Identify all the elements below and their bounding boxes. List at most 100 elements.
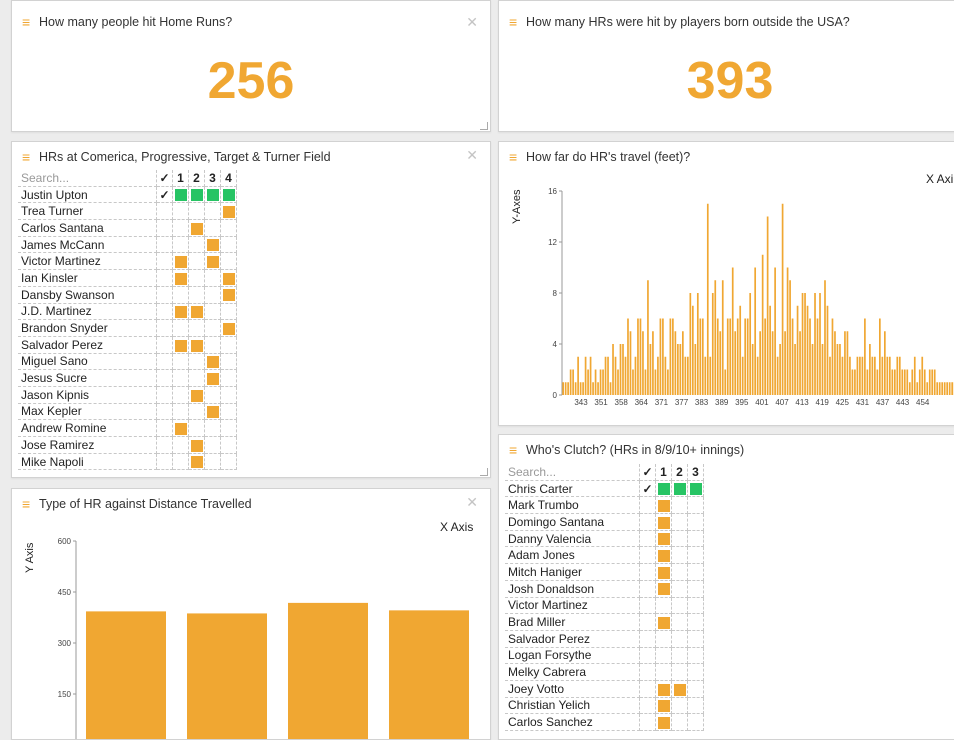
row-check[interactable]: ✓ bbox=[640, 480, 656, 497]
column-header[interactable]: 4 bbox=[221, 170, 237, 186]
row-check[interactable] bbox=[640, 497, 656, 514]
table-row[interactable]: Justin Upton✓ bbox=[18, 186, 237, 203]
column-header[interactable]: 1 bbox=[656, 464, 672, 480]
table-row[interactable]: James McCann bbox=[18, 236, 237, 253]
row-check[interactable] bbox=[157, 203, 173, 220]
menu-icon[interactable]: ≡ bbox=[509, 15, 520, 29]
column-header[interactable]: 2 bbox=[672, 464, 688, 480]
row-check[interactable] bbox=[640, 580, 656, 597]
grid-cell bbox=[656, 480, 672, 497]
resize-handle[interactable] bbox=[480, 122, 488, 130]
row-check[interactable] bbox=[640, 597, 656, 614]
row-check[interactable] bbox=[157, 370, 173, 387]
row-check[interactable] bbox=[157, 220, 173, 237]
row-check[interactable] bbox=[157, 336, 173, 353]
table-row[interactable]: Joey Votto bbox=[505, 680, 704, 697]
row-check[interactable] bbox=[640, 630, 656, 647]
column-header[interactable]: 2 bbox=[189, 170, 205, 186]
check-column-header[interactable]: ✓ bbox=[157, 170, 173, 186]
histogram-bar bbox=[612, 344, 614, 395]
histogram-bar bbox=[762, 255, 764, 395]
row-check[interactable] bbox=[640, 514, 656, 531]
panel-header: ≡ HRs at Comerica, Progressive, Target &… bbox=[12, 144, 490, 170]
grid-cell bbox=[221, 286, 237, 303]
panel-foreign-born-hrs: ≡ How many HRs were hit by players born … bbox=[498, 0, 954, 132]
menu-icon[interactable]: ≡ bbox=[22, 150, 33, 164]
table-row[interactable]: Max Kepler bbox=[18, 403, 237, 420]
row-check[interactable] bbox=[640, 530, 656, 547]
menu-icon[interactable]: ≡ bbox=[22, 15, 33, 29]
row-check[interactable] bbox=[157, 453, 173, 470]
table-row[interactable]: Domingo Santana bbox=[505, 514, 704, 531]
table-row[interactable]: Trea Turner bbox=[18, 203, 237, 220]
table-row[interactable]: Jose Ramirez bbox=[18, 437, 237, 454]
player-name: Max Kepler bbox=[18, 403, 157, 420]
histogram-bar bbox=[627, 319, 629, 396]
player-name: Chris Carter bbox=[505, 480, 640, 497]
histogram-bar bbox=[734, 331, 736, 395]
table-row[interactable]: Mike Napoli bbox=[18, 453, 237, 470]
panel-hrs-at-parks: ≡ HRs at Comerica, Progressive, Target &… bbox=[11, 141, 491, 478]
table-row[interactable]: J.D. Martinez bbox=[18, 303, 237, 320]
column-header[interactable]: 1 bbox=[173, 170, 189, 186]
histogram-bar bbox=[739, 306, 741, 395]
row-check[interactable] bbox=[157, 253, 173, 270]
table-row[interactable]: Salvador Perez bbox=[18, 336, 237, 353]
row-check[interactable] bbox=[157, 286, 173, 303]
column-header[interactable]: 3 bbox=[205, 170, 221, 186]
table-row[interactable]: Ian Kinsler bbox=[18, 270, 237, 287]
resize-handle[interactable] bbox=[480, 468, 488, 476]
table-row[interactable]: Christian Yelich bbox=[505, 697, 704, 714]
table-row[interactable]: Melky Cabrera bbox=[505, 664, 704, 681]
close-icon[interactable]: ✕ bbox=[466, 14, 478, 31]
table-row[interactable]: Logan Forsythe bbox=[505, 647, 704, 664]
table-row[interactable]: Danny Valencia bbox=[505, 530, 704, 547]
row-check[interactable] bbox=[640, 664, 656, 681]
row-check[interactable] bbox=[640, 697, 656, 714]
row-check[interactable] bbox=[157, 353, 173, 370]
table-row[interactable]: Brad Miller bbox=[505, 614, 704, 631]
table-row[interactable]: Brandon Snyder bbox=[18, 320, 237, 337]
row-check[interactable] bbox=[640, 564, 656, 581]
column-header[interactable]: 3 bbox=[688, 464, 704, 480]
search-input[interactable]: Search... bbox=[505, 464, 640, 480]
row-check[interactable] bbox=[157, 403, 173, 420]
row-check[interactable] bbox=[157, 236, 173, 253]
table-row[interactable]: Josh Donaldson bbox=[505, 580, 704, 597]
table-row[interactable]: Dansby Swanson bbox=[18, 286, 237, 303]
menu-icon[interactable]: ≡ bbox=[509, 443, 520, 457]
table-row[interactable]: Chris Carter✓ bbox=[505, 480, 704, 497]
row-check[interactable] bbox=[157, 386, 173, 403]
table-row[interactable]: Mark Trumbo bbox=[505, 497, 704, 514]
histogram-bar bbox=[779, 344, 781, 395]
histogram-bar bbox=[714, 280, 716, 395]
grid-cell bbox=[205, 453, 221, 470]
table-row[interactable]: Jesus Sucre bbox=[18, 370, 237, 387]
close-icon[interactable]: ✕ bbox=[466, 147, 478, 164]
row-check[interactable] bbox=[157, 303, 173, 320]
table-row[interactable]: Miguel Sano bbox=[18, 353, 237, 370]
row-check[interactable] bbox=[157, 320, 173, 337]
row-check[interactable] bbox=[640, 614, 656, 631]
player-name: Salvador Perez bbox=[505, 630, 640, 647]
table-row[interactable]: Salvador Perez bbox=[505, 630, 704, 647]
histogram-bar bbox=[747, 319, 749, 396]
table-row[interactable]: Andrew Romine bbox=[18, 420, 237, 437]
table-row[interactable]: Adam Jones bbox=[505, 547, 704, 564]
histogram-bar bbox=[869, 344, 871, 395]
grid-cell bbox=[221, 320, 237, 337]
search-input[interactable]: Search... bbox=[18, 170, 157, 186]
table-row[interactable]: Carlos Santana bbox=[18, 220, 237, 237]
table-row[interactable]: Victor Martinez bbox=[505, 597, 704, 614]
row-check[interactable] bbox=[157, 437, 173, 454]
check-column-header[interactable]: ✓ bbox=[640, 464, 656, 480]
row-check[interactable] bbox=[157, 270, 173, 287]
row-check[interactable] bbox=[157, 420, 173, 437]
row-check[interactable] bbox=[640, 547, 656, 564]
row-check[interactable] bbox=[640, 647, 656, 664]
table-row[interactable]: Mitch Haniger bbox=[505, 564, 704, 581]
table-row[interactable]: Victor Martinez bbox=[18, 253, 237, 270]
table-row[interactable]: Jason Kipnis bbox=[18, 386, 237, 403]
row-check[interactable]: ✓ bbox=[157, 186, 173, 203]
row-check[interactable] bbox=[640, 680, 656, 697]
